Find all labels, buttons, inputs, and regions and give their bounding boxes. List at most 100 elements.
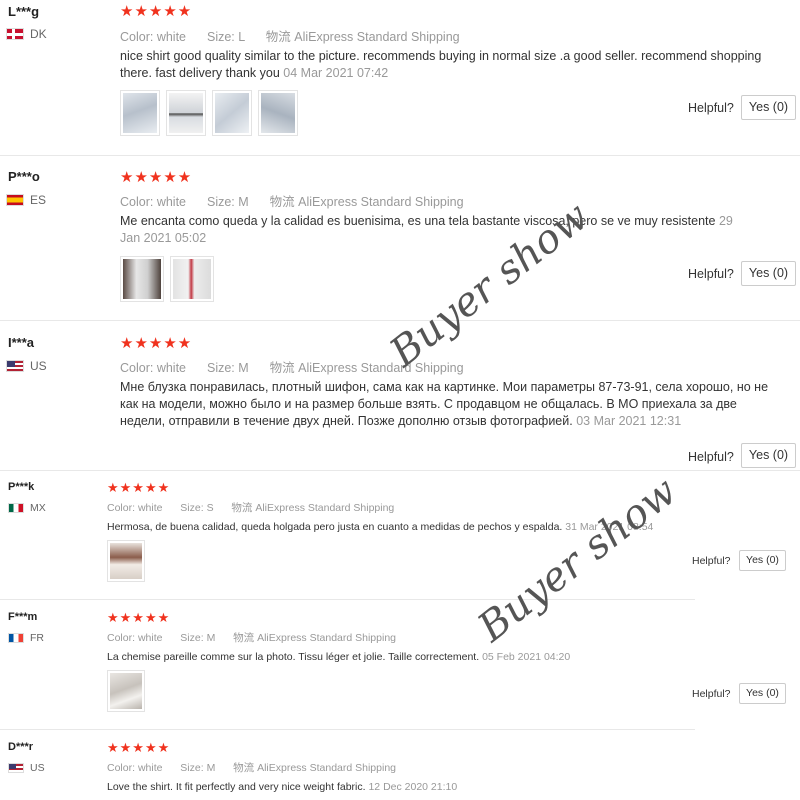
review-meta: Color: white Size: M 物流 AliExpress Stand…	[107, 760, 396, 775]
review-photo[interactable]	[166, 90, 206, 136]
review-item: D***r US ★★★★★ Color: white Size: M 物流 A…	[0, 738, 800, 800]
france-flag-icon	[8, 633, 24, 643]
review-divider	[0, 729, 695, 730]
review-photo[interactable]	[107, 540, 145, 582]
helpful-label: Helpful?	[692, 688, 731, 700]
shipping-value: AliExpress Standard Shipping	[255, 502, 395, 514]
country-code: US	[30, 762, 45, 774]
color-label: Color:	[107, 632, 136, 644]
size-value: M	[206, 632, 216, 644]
review-divider	[0, 320, 800, 321]
color-value: white	[156, 30, 187, 44]
color-value: white	[156, 361, 187, 375]
review-date: 04 Mar 2021 07:42	[283, 66, 389, 80]
shipping-label: 物流	[265, 30, 291, 44]
shipping-value: AliExpress Standard Shipping	[298, 361, 464, 375]
reviewer-country: ES	[6, 193, 46, 207]
helpful-label: Helpful?	[688, 450, 734, 464]
color-label: Color:	[120, 30, 154, 44]
country-code: ES	[30, 193, 47, 207]
review-photo[interactable]	[170, 256, 214, 302]
review-date: 03 Mar 2021 12:31	[576, 414, 682, 428]
review-divider	[0, 470, 800, 471]
reviewer-country: US	[8, 762, 45, 774]
spain-flag-icon	[6, 194, 24, 206]
shipping-label: 物流	[233, 632, 255, 644]
color-label: Color:	[107, 762, 136, 774]
review-text: nice shirt good quality similar to the p…	[120, 48, 780, 82]
shipping-label: 物流	[231, 502, 253, 514]
reviewer-name: L***g	[8, 4, 40, 19]
star-rating: ★★★★★	[120, 3, 193, 20]
shipping-label: 物流	[233, 762, 255, 774]
helpful-label: Helpful?	[688, 101, 734, 115]
review-photo[interactable]	[107, 670, 145, 712]
country-code: MX	[30, 502, 46, 514]
shipping-label: 物流	[269, 195, 295, 209]
review-meta: Color: white Size: M 物流 AliExpress Stand…	[107, 630, 396, 645]
reviewer-country: DK	[6, 27, 47, 41]
review-body: Me encanta como queda y la calidad es bu…	[120, 214, 716, 228]
review-photo[interactable]	[212, 90, 252, 136]
shipping-label: 物流	[269, 361, 295, 375]
reviewer-country: US	[6, 359, 47, 373]
shipping-value: AliExpress Standard Shipping	[294, 30, 460, 44]
review-date: 05 Feb 2021 04:20	[482, 651, 571, 663]
star-rating: ★★★★★	[107, 610, 171, 625]
star-rating: ★★★★★	[107, 480, 171, 495]
review-photos	[107, 670, 151, 712]
reviewer-country: MX	[8, 502, 46, 514]
color-label: Color:	[120, 195, 154, 209]
size-label: Size:	[180, 502, 204, 514]
review-photos	[120, 256, 220, 302]
review-photo[interactable]	[258, 90, 298, 136]
review-text: Love the shirt. It fit perfectly and ver…	[107, 780, 687, 794]
helpful-yes-button[interactable]: Yes (0)	[741, 95, 796, 120]
review-photo[interactable]	[120, 256, 164, 302]
review-meta: Color: white Size: M 物流 AliExpress Stand…	[120, 191, 464, 210]
color-value: white	[137, 502, 163, 514]
helpful-yes-button[interactable]: Yes (0)	[741, 443, 796, 468]
review-body: Hermosa, de buena calidad, queda holgada…	[107, 521, 563, 533]
shipping-value: AliExpress Standard Shipping	[298, 195, 464, 209]
mexico-flag-icon	[8, 503, 24, 513]
size-value: L	[238, 30, 245, 44]
usa-flag-icon	[8, 763, 24, 773]
country-code: US	[30, 359, 47, 373]
review-body: La chemise pareille comme sur la photo. …	[107, 651, 480, 663]
review-meta: Color: white Size: S 物流 AliExpress Stand…	[107, 500, 394, 515]
reviewer-country: FR	[8, 632, 44, 644]
color-label: Color:	[107, 502, 136, 514]
helpful-yes-button[interactable]: Yes (0)	[739, 550, 786, 571]
shipping-value: AliExpress Standard Shipping	[257, 762, 396, 774]
color-label: Color:	[120, 361, 154, 375]
reviewer-name: F***m	[8, 611, 38, 623]
review-divider	[0, 599, 695, 600]
helpful-label: Helpful?	[688, 267, 734, 281]
review-date: 12 Dec 2020 21:10	[368, 781, 458, 793]
reviewer-name: I***a	[8, 335, 35, 350]
helpful-yes-button[interactable]: Yes (0)	[739, 683, 786, 704]
helpful-yes-button[interactable]: Yes (0)	[741, 261, 796, 286]
review-photos	[120, 90, 304, 136]
review-item: P***o ES ★★★★★ Color: white Size: M 物流 A…	[0, 165, 800, 320]
review-photo[interactable]	[120, 90, 160, 136]
size-label: Size:	[206, 30, 235, 44]
shipping-value: AliExpress Standard Shipping	[257, 632, 396, 644]
review-item: F***m FR ★★★★★ Color: white Size: M 物流 A…	[0, 608, 800, 728]
size-value: S	[206, 502, 214, 514]
star-rating: ★★★★★	[107, 740, 171, 755]
reviewer-name: P***o	[8, 169, 40, 184]
review-body: Love the shirt. It fit perfectly and ver…	[107, 781, 366, 793]
usa-flag-icon	[6, 360, 24, 372]
review-item: L***g DK ★★★★★ Color: white Size: L 物流 A…	[0, 0, 800, 155]
size-label: Size:	[180, 762, 204, 774]
size-value: M	[238, 361, 249, 375]
review-body: nice shirt good quality similar to the p…	[120, 49, 762, 80]
size-label: Size:	[180, 632, 204, 644]
size-label: Size:	[206, 361, 235, 375]
country-code: FR	[30, 632, 44, 644]
review-text: Мне блузка понравилась, плотный шифон, с…	[120, 379, 770, 430]
review-meta: Color: white Size: L 物流 AliExpress Stand…	[120, 26, 460, 45]
size-value: M	[238, 195, 249, 209]
